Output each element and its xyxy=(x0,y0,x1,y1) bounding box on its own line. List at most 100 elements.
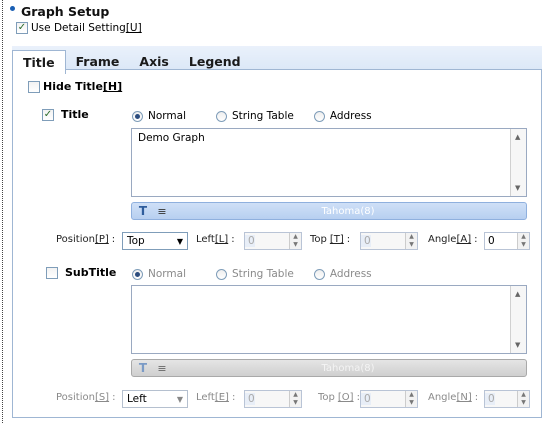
radio-icon xyxy=(216,110,227,122)
spin-up-icon[interactable]: ▲ xyxy=(406,391,417,399)
left-hotkey: [E] xyxy=(214,392,229,403)
colon: : xyxy=(111,234,116,245)
tab-title[interactable]: Title xyxy=(12,50,66,74)
left-hotkey: [L] xyxy=(214,234,229,245)
title-checkbox[interactable] xyxy=(42,108,54,121)
title-position-label: Position [P]: xyxy=(56,234,115,245)
scroll-down-icon[interactable]: ▼ xyxy=(515,341,520,349)
colon: : xyxy=(346,234,351,245)
subtitle-position-select[interactable]: Left ▼ xyxy=(122,390,188,408)
title-radio-address[interactable]: Address xyxy=(313,110,372,122)
radio-label: String Table xyxy=(232,110,294,122)
title-position-value: Top xyxy=(127,235,145,247)
top-text: Top xyxy=(318,392,335,403)
tab-axis[interactable]: Axis xyxy=(129,50,178,74)
align-icon[interactable]: ≡ xyxy=(154,205,170,218)
title-left-stepper[interactable]: 0 ▲ ▼ xyxy=(244,232,302,250)
spin-down-icon[interactable]: ▼ xyxy=(406,399,417,407)
top-text: Top xyxy=(310,234,327,245)
subtitle-label: SubTitle xyxy=(65,266,117,279)
font-icon[interactable]: T xyxy=(132,204,154,218)
position-text: Position xyxy=(56,234,95,245)
subtitle-angle-stepper[interactable]: 0 ▲ ▼ xyxy=(484,390,530,408)
radio-label: Address xyxy=(329,110,372,122)
title-left-label: Left [L]: xyxy=(196,234,235,245)
spin-down-icon[interactable]: ▼ xyxy=(290,241,301,249)
subtitle-radio-string-table[interactable]: String Table xyxy=(216,268,294,280)
bullet-icon xyxy=(10,6,15,11)
radio-icon xyxy=(132,110,143,122)
spin-down-icon[interactable]: ▼ xyxy=(290,399,301,407)
left-text: Left xyxy=(196,392,215,403)
subtitle-row[interactable]: SubTitle xyxy=(46,266,116,279)
subtitle-top-stepper[interactable]: 0 ▲ ▼ xyxy=(360,390,418,408)
tab-legend[interactable]: Legend xyxy=(179,50,251,74)
title-left-value: 0 xyxy=(245,235,255,247)
spin-up-icon[interactable]: ▲ xyxy=(518,391,529,399)
hide-title-row[interactable]: Hide Title [H] xyxy=(28,80,122,93)
spin-up-icon[interactable]: ▲ xyxy=(290,233,301,241)
subtitle-text-input[interactable]: ▲ ▼ xyxy=(131,285,527,354)
scroll-up-icon[interactable]: ▲ xyxy=(515,290,520,298)
subtitle-left-value: 0 xyxy=(245,393,255,405)
use-detail-setting[interactable]: Use Detail Setting[U] xyxy=(16,22,142,34)
angle-hotkey: [N] xyxy=(456,392,472,403)
font-icon[interactable]: T xyxy=(132,361,154,375)
colon: : xyxy=(231,392,236,403)
top-hotkey: [O] xyxy=(337,392,354,403)
title-font-bar[interactable]: T ≡ Tahoma(8) xyxy=(131,202,527,220)
title-text-input[interactable]: Demo Graph ▲ ▼ xyxy=(131,128,527,197)
title-top-value: 0 xyxy=(361,235,371,247)
title-row[interactable]: Title xyxy=(42,108,89,121)
hide-title-label: Hide Title xyxy=(43,80,103,93)
top-hotkey: [T] xyxy=(329,234,344,245)
spin-up-icon[interactable]: ▲ xyxy=(406,233,417,241)
position-hotkey: [S] xyxy=(94,392,110,403)
subtitle-checkbox[interactable] xyxy=(46,266,58,279)
title-text-scrollbar[interactable]: ▲ ▼ xyxy=(510,129,526,196)
spin-up-icon[interactable]: ▲ xyxy=(518,233,529,241)
scroll-down-icon[interactable]: ▼ xyxy=(515,184,520,192)
angle-hotkey: [A] xyxy=(456,234,472,245)
subtitle-left-stepper[interactable]: 0 ▲ ▼ xyxy=(244,390,302,408)
title-radio-string-table[interactable]: String Table xyxy=(216,110,294,122)
title-radio-group: Normal String Table Address xyxy=(132,110,390,122)
position-text: Position xyxy=(56,392,95,403)
title-text-value: Demo Graph xyxy=(138,132,205,144)
spin-down-icon[interactable]: ▼ xyxy=(518,241,529,249)
use-detail-checkbox[interactable] xyxy=(16,22,28,34)
tab-strip: Title Frame Axis Legend xyxy=(12,50,251,74)
colon: : xyxy=(474,392,479,403)
radio-icon xyxy=(132,268,143,280)
subtitle-text-scrollbar[interactable]: ▲ ▼ xyxy=(510,286,526,353)
radio-icon xyxy=(313,110,325,122)
spin-down-icon[interactable]: ▼ xyxy=(518,399,529,407)
title-top-stepper[interactable]: 0 ▲ ▼ xyxy=(360,232,418,250)
subtitle-font-bar[interactable]: T ≡ Tahoma(8) xyxy=(131,359,527,377)
spin-up-icon[interactable]: ▲ xyxy=(290,391,301,399)
colon: : xyxy=(112,392,116,403)
title-angle-stepper[interactable]: 0 ▲ ▼ xyxy=(484,232,530,250)
subtitle-radio-normal[interactable]: Normal xyxy=(132,268,186,280)
scroll-up-icon[interactable]: ▲ xyxy=(515,133,520,141)
spin-down-icon[interactable]: ▼ xyxy=(406,241,417,249)
tab-frame[interactable]: Frame xyxy=(66,50,130,74)
hide-title-checkbox[interactable] xyxy=(28,80,40,93)
radio-label: Normal xyxy=(148,110,186,122)
position-hotkey: [P] xyxy=(94,234,109,245)
title-radio-normal[interactable]: Normal xyxy=(132,110,186,122)
chevron-down-icon: ▼ xyxy=(176,236,183,246)
subtitle-radio-address[interactable]: Address xyxy=(313,268,372,280)
title-angle-label: Angle [A]: xyxy=(428,234,478,245)
title-position-select[interactable]: Top ▼ xyxy=(122,232,188,250)
angle-text: Angle xyxy=(428,234,457,245)
section-title-text: Graph Setup xyxy=(21,4,110,19)
align-icon[interactable]: ≡ xyxy=(154,362,170,375)
subtitle-top-label: Top [O]: xyxy=(318,392,360,403)
subtitle-top-value: 0 xyxy=(361,393,371,405)
title-font-name: Tahoma(8) xyxy=(321,205,375,217)
use-detail-hotkey: [U] xyxy=(125,22,142,34)
title-top-label: Top [T]: xyxy=(310,234,350,245)
subtitle-left-label: Left [E]: xyxy=(196,392,235,403)
subtitle-angle-value: 0 xyxy=(485,393,495,405)
